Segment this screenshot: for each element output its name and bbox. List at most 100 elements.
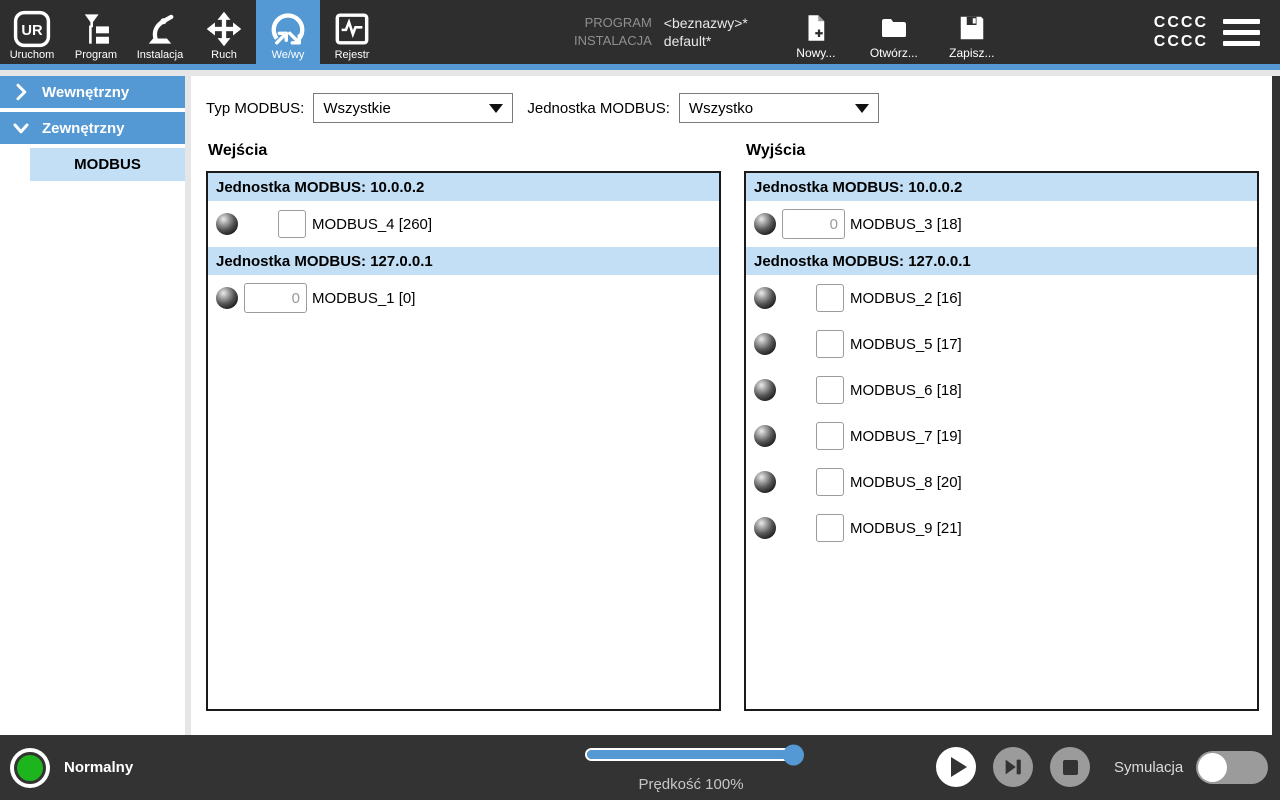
action-label: Zapisz... <box>949 46 994 60</box>
inputs-title: Wejścia <box>208 142 721 160</box>
tab-label: Ruch <box>211 50 237 61</box>
modbus-type-label: Typ MODBUS: <box>206 100 304 117</box>
io-checkbox[interactable] <box>816 422 844 450</box>
io-icon <box>269 10 307 48</box>
program-name: <beznazwy>* <box>664 16 748 30</box>
modbus-unit-select[interactable]: Wszystko <box>679 93 879 123</box>
stop-icon <box>1063 760 1078 775</box>
speed-slider-handle[interactable] <box>783 744 804 765</box>
action-label: Nowy... <box>796 46 835 60</box>
hamburger-menu-button[interactable] <box>1208 0 1274 64</box>
io-value-input[interactable] <box>782 209 845 239</box>
sidebar-item-wewnetrzny[interactable]: Wewnętrzny <box>0 76 185 108</box>
io-label: MODBUS_2 [16] <box>850 290 962 307</box>
simulation-toggle[interactable] <box>1196 751 1268 784</box>
tab-rejestr[interactable]: Rejestr <box>320 0 384 64</box>
io-status-icon <box>754 425 776 447</box>
clock-line: CCCC <box>1154 14 1208 31</box>
robot-arm-icon <box>141 10 179 48</box>
io-checkbox[interactable] <box>816 284 844 312</box>
save-button[interactable]: Zapisz... <box>940 13 1004 60</box>
io-status-icon <box>754 213 776 235</box>
open-button[interactable]: Otwórz... <box>862 13 926 60</box>
tab-wewy[interactable]: We/wy <box>256 0 320 64</box>
installation-name: default* <box>664 34 711 48</box>
step-button[interactable] <box>993 747 1033 787</box>
ur-logo-icon: UR <box>13 10 51 48</box>
step-forward-icon <box>1002 756 1024 778</box>
file-actions: Nowy... Otwórz... Zapisz... <box>784 0 1004 64</box>
tab-label: Program <box>75 50 117 61</box>
io-panels: Wejścia Jednostka MODBUS: 10.0.0.2MODBUS… <box>206 123 1280 711</box>
dropdown-caret-icon <box>489 104 503 113</box>
inputs-panel: Jednostka MODBUS: 10.0.0.2MODBUS_4 [260]… <box>206 171 721 711</box>
program-label: PROGRAM <box>585 16 652 30</box>
tab-label: We/wy <box>272 50 305 61</box>
io-label: MODBUS_3 [18] <box>850 216 962 233</box>
robot-status: Normalny <box>10 735 133 800</box>
filter-bar: Typ MODBUS: Wszystkie Jednostka MODBUS: … <box>206 93 1280 123</box>
io-checkbox[interactable] <box>816 376 844 404</box>
sidebar-subitem-label: MODBUS <box>74 156 141 173</box>
io-label: MODBUS_7 [19] <box>850 428 962 445</box>
new-file-icon <box>801 13 831 43</box>
io-label: MODBUS_4 [260] <box>312 216 432 233</box>
sidebar-item-label: Zewnętrzny <box>42 120 125 137</box>
io-row: MODBUS_1 [0] <box>208 275 719 321</box>
tab-ruch[interactable]: Ruch <box>192 0 256 64</box>
chevron-down-icon <box>12 119 30 137</box>
io-status-icon <box>216 213 238 235</box>
io-checkbox[interactable] <box>278 210 306 238</box>
tab-instalacja[interactable]: Instalacja <box>128 0 192 64</box>
program-info: PROGRAM INSTALACJA <beznazwy>* default* <box>574 0 748 64</box>
speed-slider-fill <box>587 750 795 759</box>
tab-label: Uruchom <box>10 50 55 61</box>
bottom-bar: Normalny Prędkość 100% Symulacja <box>0 735 1280 800</box>
io-checkbox[interactable] <box>816 468 844 496</box>
action-label: Otwórz... <box>870 46 918 60</box>
chevron-right-icon <box>12 83 30 101</box>
stop-button[interactable] <box>1050 747 1090 787</box>
modbus-unit-header: Jednostka MODBUS: 127.0.0.1 <box>208 247 719 275</box>
io-status-icon <box>216 287 238 309</box>
new-button[interactable]: Nowy... <box>784 13 848 60</box>
outputs-section: Wyjścia Jednostka MODBUS: 10.0.0.2 MODBUS… <box>744 123 1259 711</box>
save-icon <box>957 13 987 43</box>
play-button[interactable] <box>936 747 976 787</box>
simulation-label: Symulacja <box>1114 735 1183 800</box>
io-row: MODBUS_9 [21] <box>746 505 1257 551</box>
speed-slider[interactable] <box>585 748 797 761</box>
outputs-panel: Jednostka MODBUS: 10.0.0.2MODBUS_3 [18]J… <box>744 171 1259 711</box>
sidebar: Wewnętrzny Zewnętrzny MODBUS <box>0 76 185 735</box>
sidebar-item-modbus[interactable]: MODBUS <box>30 148 185 181</box>
top-bar: UR Uruchom Program <box>0 0 1280 64</box>
io-row: MODBUS_8 [20] <box>746 459 1257 505</box>
io-row: MODBUS_7 [19] <box>746 413 1257 459</box>
io-value-input[interactable] <box>244 283 307 313</box>
tab-program[interactable]: Program <box>64 0 128 64</box>
io-status-icon <box>754 471 776 493</box>
speed-slider-track[interactable] <box>585 748 797 761</box>
modbus-unit-value: Wszystko <box>689 100 753 117</box>
dropdown-caret-icon <box>855 104 869 113</box>
tab-label: Rejestr <box>335 50 370 61</box>
io-label: MODBUS_1 [0] <box>312 290 415 307</box>
polyscope-screen: UR Uruchom Program <box>0 0 1280 800</box>
sidebar-item-zewnetrzny[interactable]: Zewnętrzny <box>0 112 185 144</box>
status-light-green <box>14 752 46 784</box>
clock-display: CCCC CCCC <box>1154 0 1208 64</box>
io-checkbox[interactable] <box>816 514 844 542</box>
modbus-unit-header: Jednostka MODBUS: 10.0.0.2 <box>746 173 1257 201</box>
modbus-unit-label: Jednostka MODBUS: <box>527 100 670 117</box>
sidebar-item-label: Wewnętrzny <box>42 84 129 101</box>
outputs-title: Wyjścia <box>746 142 1259 160</box>
io-status-icon <box>754 517 776 539</box>
open-folder-icon <box>879 13 909 43</box>
tab-uruchom[interactable]: UR Uruchom <box>0 0 64 64</box>
main-tabs: UR Uruchom Program <box>0 0 384 64</box>
io-label: MODBUS_5 [17] <box>850 336 962 353</box>
status-light-icon <box>10 748 50 788</box>
io-checkbox[interactable] <box>816 330 844 358</box>
right-edge-strip <box>1272 76 1280 735</box>
modbus-type-select[interactable]: Wszystkie <box>313 93 513 123</box>
